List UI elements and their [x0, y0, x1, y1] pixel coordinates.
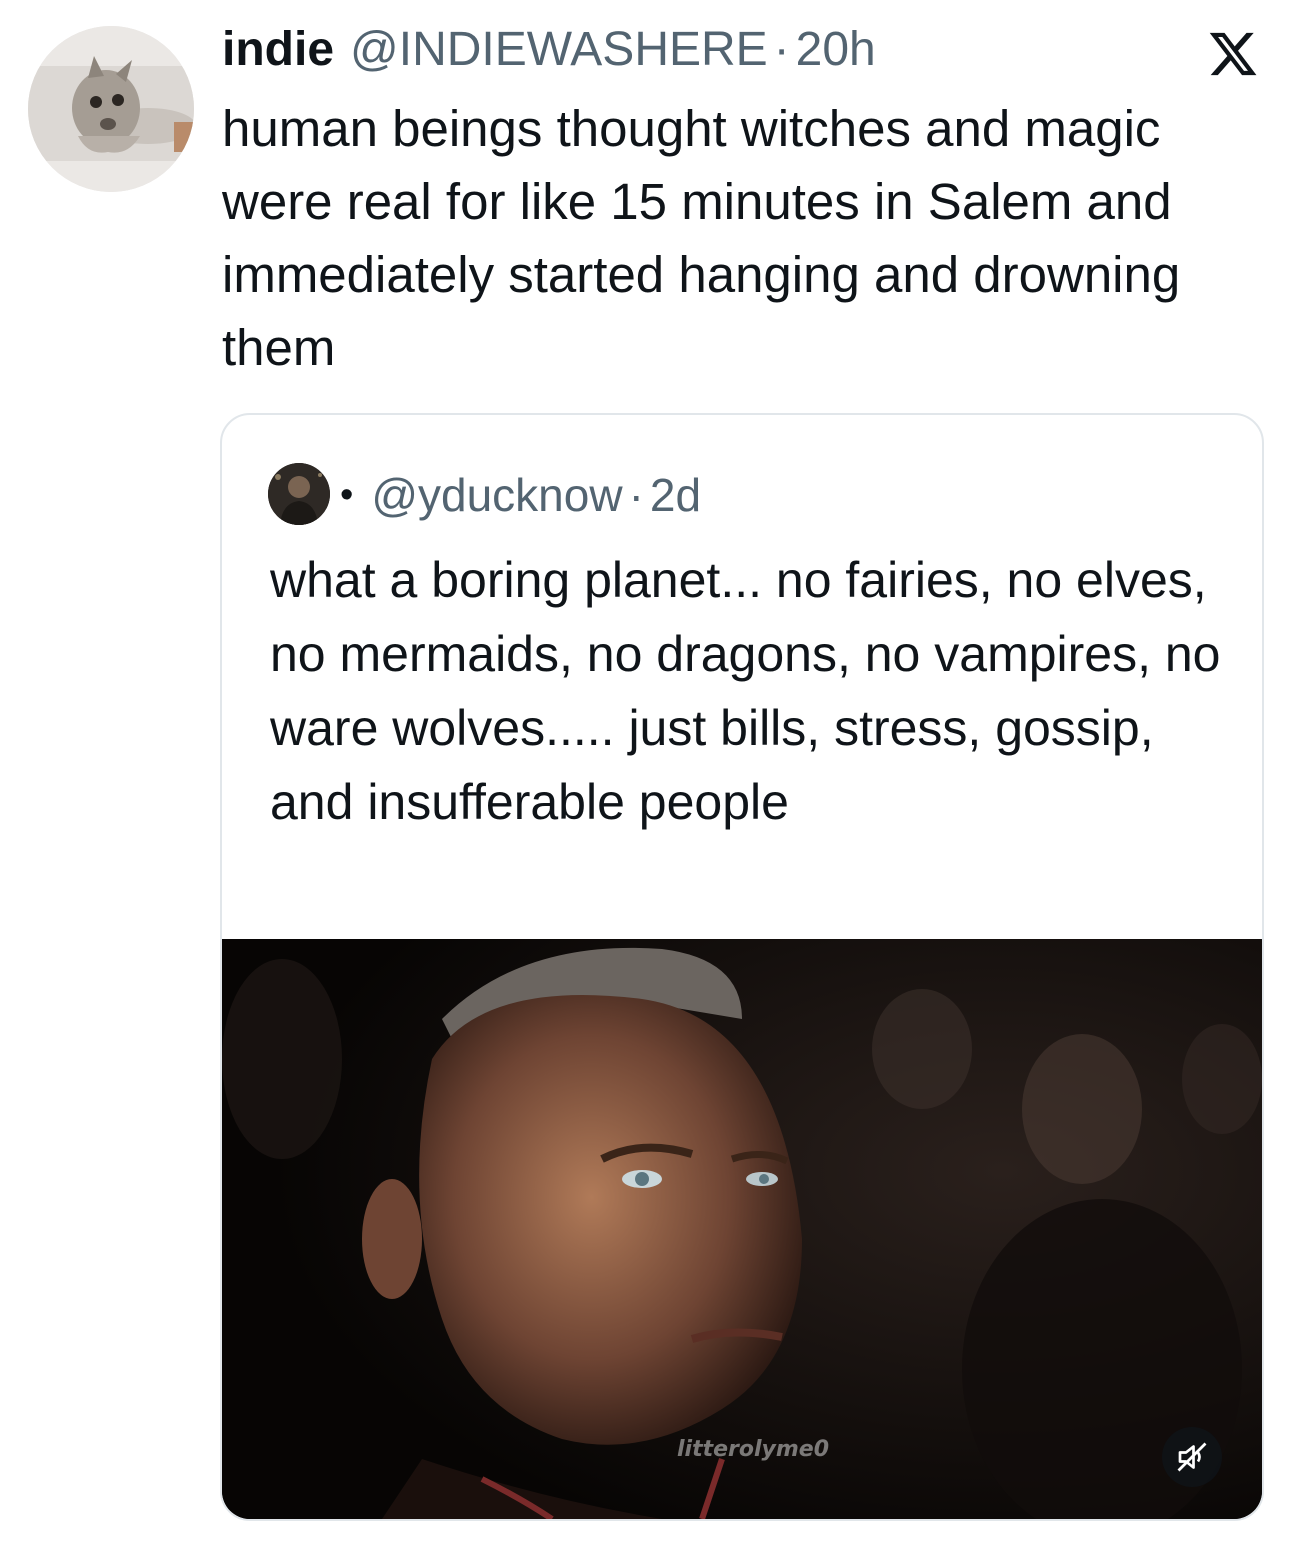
user-handle[interactable]: @INDIEWASHERE: [350, 22, 768, 77]
cat-avatar-icon: [28, 26, 194, 192]
video-frame: [222, 939, 1262, 1519]
video-watermark: litterolyme0: [677, 1437, 830, 1462]
quoted-timestamp[interactable]: 2d: [650, 468, 701, 522]
quoted-handle[interactable]: @yducknow: [371, 468, 622, 522]
timestamp[interactable]: 20h: [796, 22, 876, 77]
separator-dot: ·: [628, 469, 644, 521]
author-avatar[interactable]: [28, 26, 194, 192]
mute-button[interactable]: [1162, 1427, 1222, 1487]
speaker-muted-icon: [1177, 1442, 1207, 1472]
quoted-text: what a boring planet... no fairies, no e…: [270, 552, 1221, 830]
person-avatar-icon: [268, 463, 330, 525]
video-thumbnail[interactable]: litterolyme0: [222, 939, 1262, 1519]
display-name[interactable]: indie: [222, 22, 334, 77]
tweet-header: indie @INDIEWASHERE · 20h: [222, 22, 876, 84]
tweet-text: human beings thought witches and magic w…: [222, 100, 1181, 376]
quoted-author-avatar[interactable]: [268, 463, 330, 525]
x-logo-icon[interactable]: [1206, 28, 1260, 80]
quoted-tweet[interactable]: • @yducknow · 2d what a boring planet...…: [220, 413, 1264, 1521]
tweet[interactable]: indie @INDIEWASHERE · 20h human beings t…: [0, 0, 1290, 1550]
separator-dot: ·: [773, 23, 790, 76]
bullet: •: [340, 473, 354, 516]
quoted-header: • @yducknow · 2d: [340, 465, 701, 525]
